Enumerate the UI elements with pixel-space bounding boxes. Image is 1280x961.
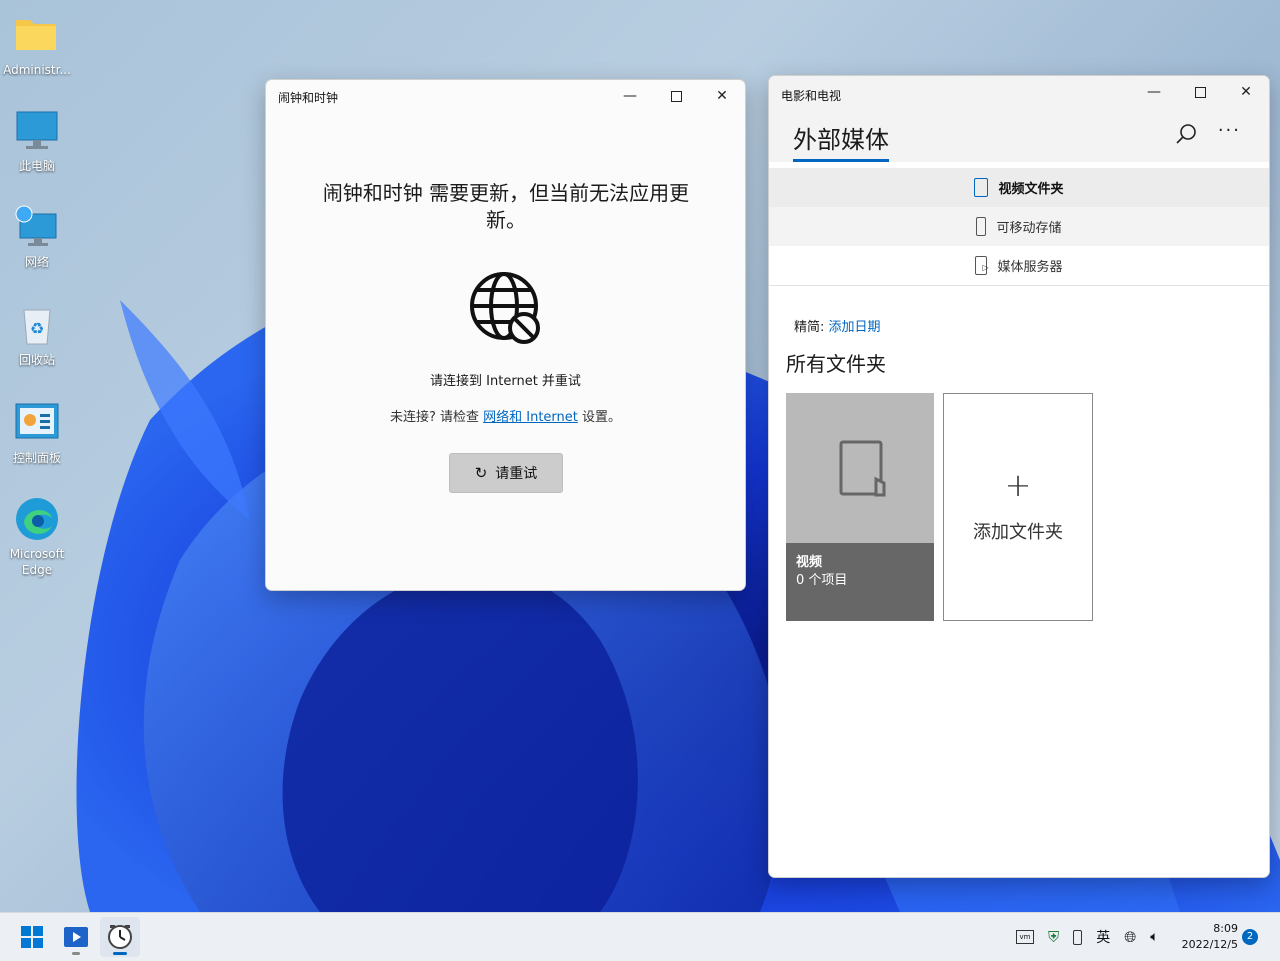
- desktop-icon-label: Administr...: [3, 63, 71, 77]
- maximize-button[interactable]: [653, 80, 699, 112]
- search-button[interactable]: [1175, 123, 1197, 149]
- close-button[interactable]: ✕: [1223, 76, 1269, 108]
- taskbar-app-movies-tv[interactable]: [56, 917, 96, 957]
- desktop-icon-edge[interactable]: Microsoft Edge: [0, 496, 74, 578]
- movies-titlebar[interactable]: 电影和电视 — ✕: [769, 76, 1269, 108]
- clock-app-icon: [108, 925, 132, 949]
- more-icon: ···: [1217, 120, 1241, 141]
- minimize-button[interactable]: —: [1131, 76, 1177, 108]
- desktop-icon-label: 控制面板: [12, 451, 61, 465]
- retry-label: 请重试: [495, 466, 538, 482]
- nav-item-removable-storage[interactable]: 可移动存储: [769, 207, 1269, 247]
- nav-label: 可移动存储: [996, 221, 1062, 236]
- desktop-icon-administrator[interactable]: Administr...: [0, 12, 74, 78]
- nav-item-media-server[interactable]: ▷ 媒体服务器: [769, 246, 1269, 286]
- network-icon: [14, 204, 60, 250]
- system-tray: vm ⛨ 英 🌐︎ 🔈︎: [1016, 913, 1159, 961]
- update-message: 闹钟和时钟 需要更新，但当前无法应用更新。: [322, 181, 690, 232]
- section-title: 所有文件夹: [786, 352, 886, 376]
- svg-text:♻: ♻: [30, 319, 44, 338]
- taskbar: vm ⛨ 英 🌐︎ 🔈︎ 8:09 2022/12/5 2: [0, 912, 1280, 961]
- clock-window[interactable]: 闹钟和时钟 — ✕ 闹钟和时钟 需要更新，但当前无法应用更新。 请连接到 Int…: [265, 79, 746, 591]
- page-title: 外部媒体: [793, 126, 889, 154]
- filter-label: 精简:: [794, 320, 825, 335]
- usb-eject-icon[interactable]: [1073, 929, 1083, 945]
- media-server-icon: ▷: [975, 256, 989, 275]
- desktop-icon-this-pc[interactable]: 此电脑: [0, 108, 74, 174]
- hint-prefix: 未连接? 请检查: [389, 410, 479, 425]
- filter-value[interactable]: 添加日期: [829, 320, 881, 335]
- nav-label: 视频文件夹: [998, 182, 1064, 197]
- nav-item-video-folder[interactable]: 视频文件夹: [769, 168, 1269, 208]
- add-folder-label: 添加文件夹: [973, 522, 1063, 543]
- recycle-bin-icon: ♻: [14, 302, 60, 348]
- folder-icon: [14, 12, 60, 58]
- taskbar-app-clock[interactable]: [100, 917, 140, 957]
- vmware-icon[interactable]: vm: [1016, 930, 1034, 944]
- maximize-button[interactable]: [1177, 76, 1223, 108]
- maximize-icon: [670, 90, 682, 102]
- movies-window[interactable]: 电影和电视 — ✕ 外部媒体 ··· 视频文件夹 可移动存储 ▷ 媒体服务器 精…: [768, 75, 1270, 878]
- video-folder-icon: [839, 440, 886, 497]
- desktop-icon-control-panel[interactable]: 控制面板: [0, 400, 74, 466]
- sort-filter[interactable]: 精简: 添加日期: [794, 316, 881, 335]
- close-icon: ✕: [1240, 84, 1252, 100]
- folder-tile-videos[interactable]: 视频 0 个项目: [786, 393, 934, 621]
- window-title: 闹钟和时钟: [278, 91, 339, 105]
- notification-badge[interactable]: 2: [1242, 929, 1258, 945]
- network-status-icon[interactable]: 🌐︎: [1124, 928, 1136, 946]
- monitor-icon: [14, 108, 60, 154]
- edge-icon: [14, 496, 60, 542]
- date: 2022/12/5: [1181, 938, 1238, 951]
- more-options-button[interactable]: ···: [1218, 120, 1241, 141]
- close-icon: ✕: [716, 88, 728, 104]
- device-icon: [974, 178, 989, 197]
- add-folder-tile[interactable]: + 添加文件夹: [943, 393, 1093, 621]
- refresh-icon: ↻: [474, 464, 488, 482]
- clock-content: 闹钟和时钟 需要更新，但当前无法应用更新。 请连接到 Internet 并重试 …: [266, 112, 745, 590]
- start-button[interactable]: [12, 917, 52, 957]
- search-icon: [1176, 124, 1196, 144]
- desktop-icon-label: 此电脑: [18, 159, 55, 173]
- desktop-icon-label: 回收站: [18, 353, 55, 367]
- plus-icon: +: [1004, 466, 1032, 504]
- network-hint: 未连接? 请检查 网络和 Internet 设置。: [266, 406, 745, 425]
- security-shield-icon[interactable]: ⛨: [1048, 928, 1059, 946]
- volume-icon[interactable]: 🔈︎: [1150, 929, 1158, 945]
- globe-blocked-icon: [468, 270, 544, 346]
- control-panel-icon: [14, 400, 60, 446]
- taskbar-clock[interactable]: 8:09 2022/12/5: [1182, 921, 1238, 953]
- minimize-icon: —: [623, 88, 637, 104]
- retry-button[interactable]: ↻ 请重试: [449, 453, 563, 493]
- desktop-icon-network[interactable]: 网络: [0, 204, 74, 270]
- desktop-icon-label: 网络: [24, 255, 49, 269]
- usb-icon: [976, 217, 987, 236]
- movies-header: 外部媒体 ···: [769, 108, 1269, 162]
- connect-prompt: 请连接到 Internet 并重试: [430, 374, 581, 389]
- minimize-icon: —: [1147, 84, 1161, 100]
- maximize-icon: [1194, 86, 1206, 98]
- network-settings-link[interactable]: 网络和 Internet: [483, 410, 578, 425]
- time: 8:09: [1213, 922, 1238, 935]
- title-underline: [793, 159, 889, 162]
- desktop-icon-recycle-bin[interactable]: ♻ 回收站: [0, 302, 74, 368]
- folder-count: 0 个项目: [796, 573, 848, 588]
- folder-tile-caption: 视频 0 个项目: [786, 543, 934, 621]
- hint-suffix: 设置。: [582, 410, 622, 425]
- windows-logo-icon: [21, 926, 43, 948]
- window-title: 电影和电视: [781, 89, 842, 103]
- minimize-button[interactable]: —: [607, 80, 653, 112]
- clock-titlebar[interactable]: 闹钟和时钟 — ✕: [266, 80, 745, 112]
- nav-label: 媒体服务器: [997, 260, 1063, 275]
- close-button[interactable]: ✕: [699, 80, 745, 112]
- movies-tv-icon: [64, 927, 88, 947]
- ime-indicator[interactable]: 英: [1096, 927, 1110, 947]
- folder-name: 视频: [796, 555, 823, 570]
- desktop-icon-label: Microsoft Edge: [9, 547, 65, 577]
